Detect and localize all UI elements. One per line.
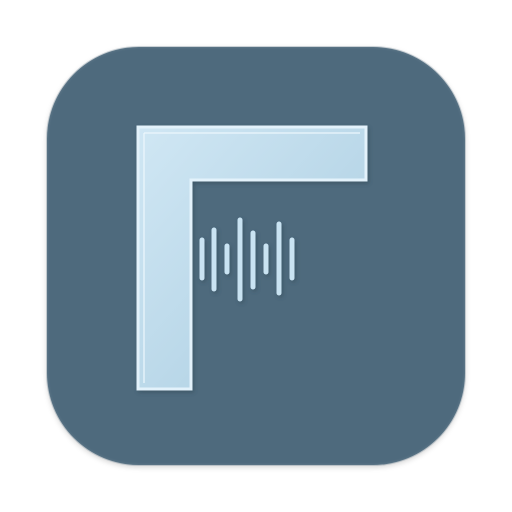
letter-f-icon bbox=[136, 125, 368, 391]
icon-canvas bbox=[0, 0, 512, 512]
audio-waveform-icon bbox=[199, 217, 295, 302]
